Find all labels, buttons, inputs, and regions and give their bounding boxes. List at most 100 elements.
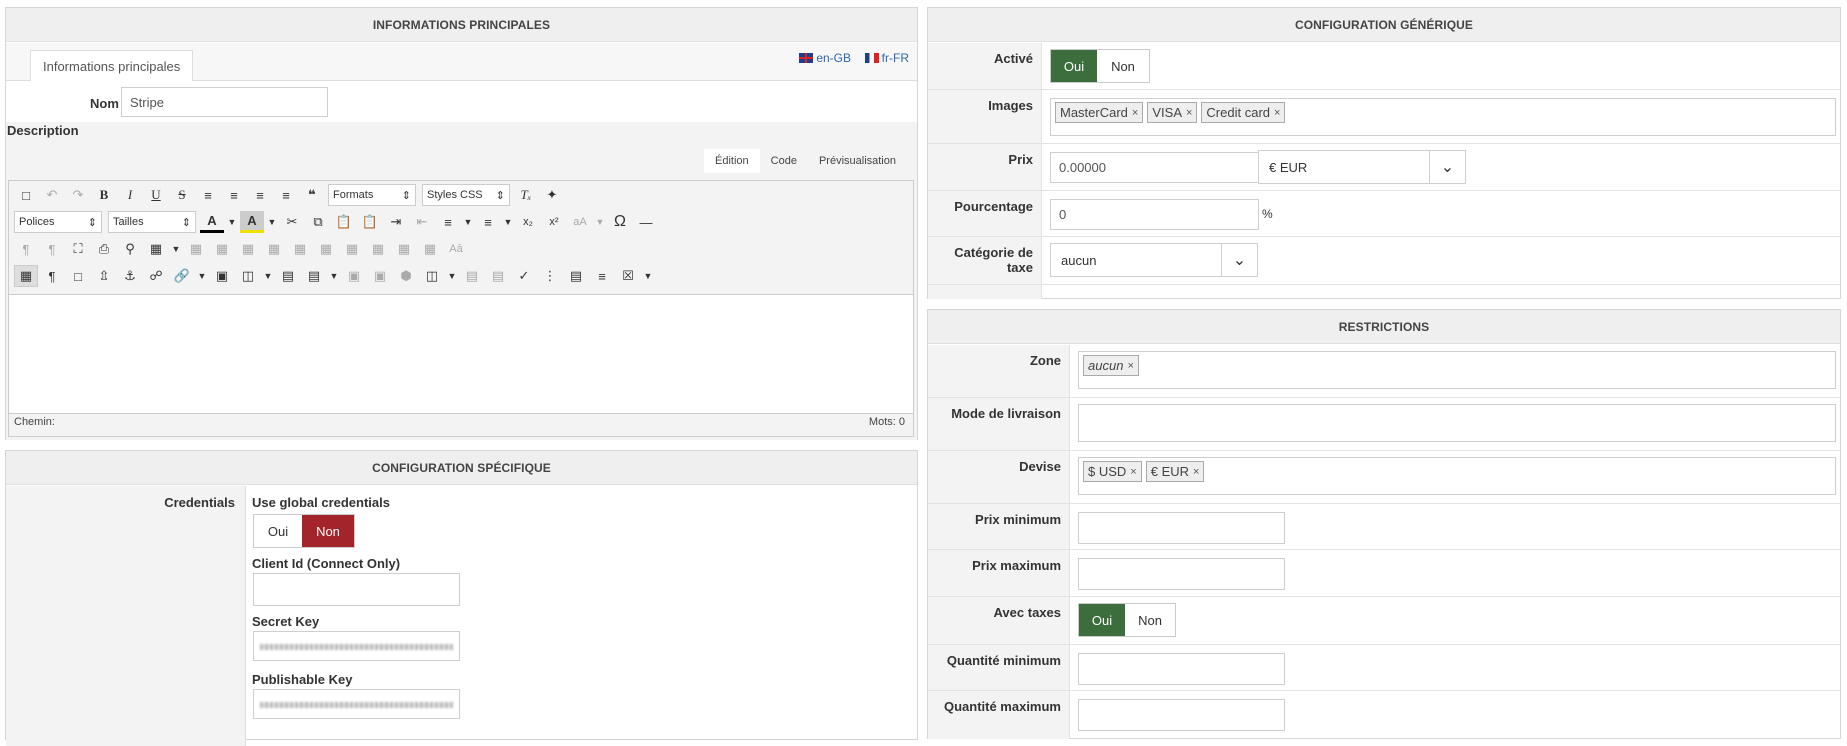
insert-layer-icon[interactable]: ▤ (564, 265, 588, 287)
embed-icon[interactable]: ▣ (368, 265, 392, 287)
lang-fr-fr[interactable]: fr-FR (864, 51, 909, 65)
format-painter-icon[interactable]: ✦ (540, 184, 564, 206)
currency-tag-input[interactable]: $ USD × € EUR × (1078, 457, 1836, 495)
with-taxes-no-button[interactable]: Non (1125, 604, 1175, 636)
table-col-after-icon[interactable]: ▦ (340, 238, 364, 260)
active-no-button[interactable]: Non (1097, 50, 1149, 82)
unlink-icon[interactable]: ☍ (144, 265, 168, 287)
paste-icon[interactable]: 📋 (332, 211, 356, 233)
columns-icon[interactable]: ◫ (420, 265, 444, 287)
chevron-down-icon[interactable]: ▼ (196, 265, 208, 287)
tab-edition[interactable]: Édition (704, 149, 760, 173)
font-size-select[interactable]: Tailles ⇕ (108, 211, 196, 233)
underline-icon[interactable]: U (144, 184, 168, 206)
tab-code[interactable]: Code (760, 149, 808, 173)
active-yes-button[interactable]: Oui (1051, 50, 1097, 82)
font-size-change-icon[interactable]: aA (568, 211, 592, 233)
chevron-down-icon[interactable]: ▼ (462, 211, 474, 233)
chevron-down-icon[interactable]: ▼ (642, 265, 654, 287)
remove-tag-icon[interactable]: × (1193, 466, 1199, 478)
chevron-down-icon[interactable]: ▼ (594, 211, 606, 233)
chevron-down-icon[interactable]: ▼ (446, 265, 458, 287)
formats-select[interactable]: Formats ⇕ (328, 184, 416, 206)
show-blocks-icon[interactable]: ¶ (40, 265, 64, 287)
styles-css-select[interactable]: Styles CSS ⇕ (422, 184, 510, 206)
visual-blocks-icon[interactable]: □ (66, 265, 90, 287)
ltr-icon[interactable]: ¶ (14, 238, 38, 260)
zone-tag-input[interactable]: aucun × (1078, 351, 1836, 389)
indent-icon[interactable]: ⇥ (384, 211, 408, 233)
align-center-icon[interactable]: ≡ (222, 184, 246, 206)
table-row-delete-icon[interactable]: ▦ (288, 238, 312, 260)
max-price-input[interactable] (1078, 558, 1285, 590)
new-document-icon[interactable]: □ (14, 184, 38, 206)
chevron-down-icon[interactable]: ▼ (266, 211, 278, 233)
special-character-icon[interactable]: Ω (608, 211, 632, 233)
spellcheck-icon[interactable]: ✓ (512, 265, 536, 287)
tab-informations-principales[interactable]: Informations principales (30, 50, 194, 81)
table-delete-icon[interactable]: ▦ (210, 238, 234, 260)
chevron-down-icon[interactable]: ▼ (262, 265, 274, 287)
remove-format-icon[interactable]: ☒ (616, 265, 640, 287)
use-global-yes-button[interactable]: Oui (254, 515, 302, 547)
font-family-select[interactable]: Polices ⇕ (14, 211, 102, 233)
chevron-down-icon[interactable]: ▼ (226, 211, 238, 233)
print-icon[interactable]: ⎙ (92, 238, 116, 260)
min-price-input[interactable] (1078, 512, 1285, 544)
chevron-down-icon[interactable]: ▼ (502, 211, 514, 233)
table-merge-icon[interactable]: ▦ (418, 238, 442, 260)
max-qty-input[interactable] (1078, 699, 1285, 731)
name-input[interactable]: Stripe (121, 87, 328, 117)
table-icon[interactable]: ▦ (144, 238, 168, 260)
italic-icon[interactable]: I (118, 184, 142, 206)
subscript-icon[interactable]: x₂ (516, 211, 540, 233)
numbered-list-icon[interactable]: ≡ (436, 211, 460, 233)
image-icon[interactable]: ▣ (210, 265, 234, 287)
table-row-before-icon[interactable]: ▦ (236, 238, 260, 260)
remove-tag-icon[interactable]: × (1130, 466, 1136, 478)
3d-icon[interactable]: ⬢ (394, 265, 418, 287)
cut-icon[interactable]: ✂ (280, 211, 304, 233)
style-props-icon[interactable]: Aā (444, 238, 468, 260)
horizontal-line-icon[interactable]: — (634, 211, 658, 233)
chevron-down-icon[interactable]: ▼ (170, 238, 182, 260)
lang-en-gb[interactable]: en-GB (799, 51, 851, 65)
search-icon[interactable]: ⚲ (118, 238, 142, 260)
client-id-input[interactable] (253, 573, 460, 606)
shipping-tag-input[interactable] (1078, 404, 1836, 442)
bullet-list-icon[interactable]: ≡ (476, 211, 500, 233)
tax-category-select[interactable]: aucun ⌄ (1050, 243, 1258, 277)
table-row-icon[interactable]: ▦ (184, 238, 208, 260)
copy-icon[interactable]: ⧉ (306, 211, 330, 233)
strikethrough-icon[interactable]: S (170, 184, 194, 206)
blockquote-icon[interactable]: ❝ (300, 184, 324, 206)
clear-formatting-icon[interactable]: Tₓ (514, 184, 538, 206)
layout-icon[interactable]: ◫ (236, 265, 260, 287)
images-tag-input[interactable]: MasterCard × VISA × Credit card × (1050, 98, 1836, 136)
remove-tag-icon[interactable]: × (1186, 107, 1192, 119)
chevron-down-icon[interactable]: ▼ (328, 265, 340, 287)
background-color-icon[interactable]: A (240, 211, 264, 233)
redo-icon[interactable]: ↷ (66, 184, 90, 206)
table-split-icon[interactable]: ▦ (392, 238, 416, 260)
template-icon[interactable]: ▤ (302, 265, 326, 287)
with-taxes-yes-button[interactable]: Oui (1079, 604, 1125, 636)
align-justify-icon[interactable]: ≡ (196, 184, 220, 206)
rtl-icon[interactable]: ¶ (40, 238, 64, 260)
undo-icon[interactable]: ↶ (40, 184, 64, 206)
remove-tag-icon[interactable]: × (1274, 107, 1280, 119)
insert-after-icon[interactable]: ▤ (486, 265, 510, 287)
pagebreak-icon[interactable]: ⋮ (538, 265, 562, 287)
superscript-icon[interactable]: x² (542, 211, 566, 233)
currency-select[interactable]: € EUR ⌄ (1258, 150, 1466, 184)
bold-icon[interactable]: B (92, 184, 116, 206)
anchor-icon[interactable]: ⚓ (118, 265, 142, 287)
visual-aid-icon[interactable]: ▦ (14, 265, 38, 287)
text-color-icon[interactable]: A (200, 211, 224, 233)
fullscreen-icon[interactable]: ⛶ (66, 238, 90, 260)
align-left-icon[interactable]: ≡ (248, 184, 272, 206)
table-col-before-icon[interactable]: ▦ (314, 238, 338, 260)
min-qty-input[interactable] (1078, 653, 1285, 685)
tab-preview[interactable]: Prévisualisation (808, 149, 907, 173)
secret-key-input[interactable] (253, 631, 460, 661)
